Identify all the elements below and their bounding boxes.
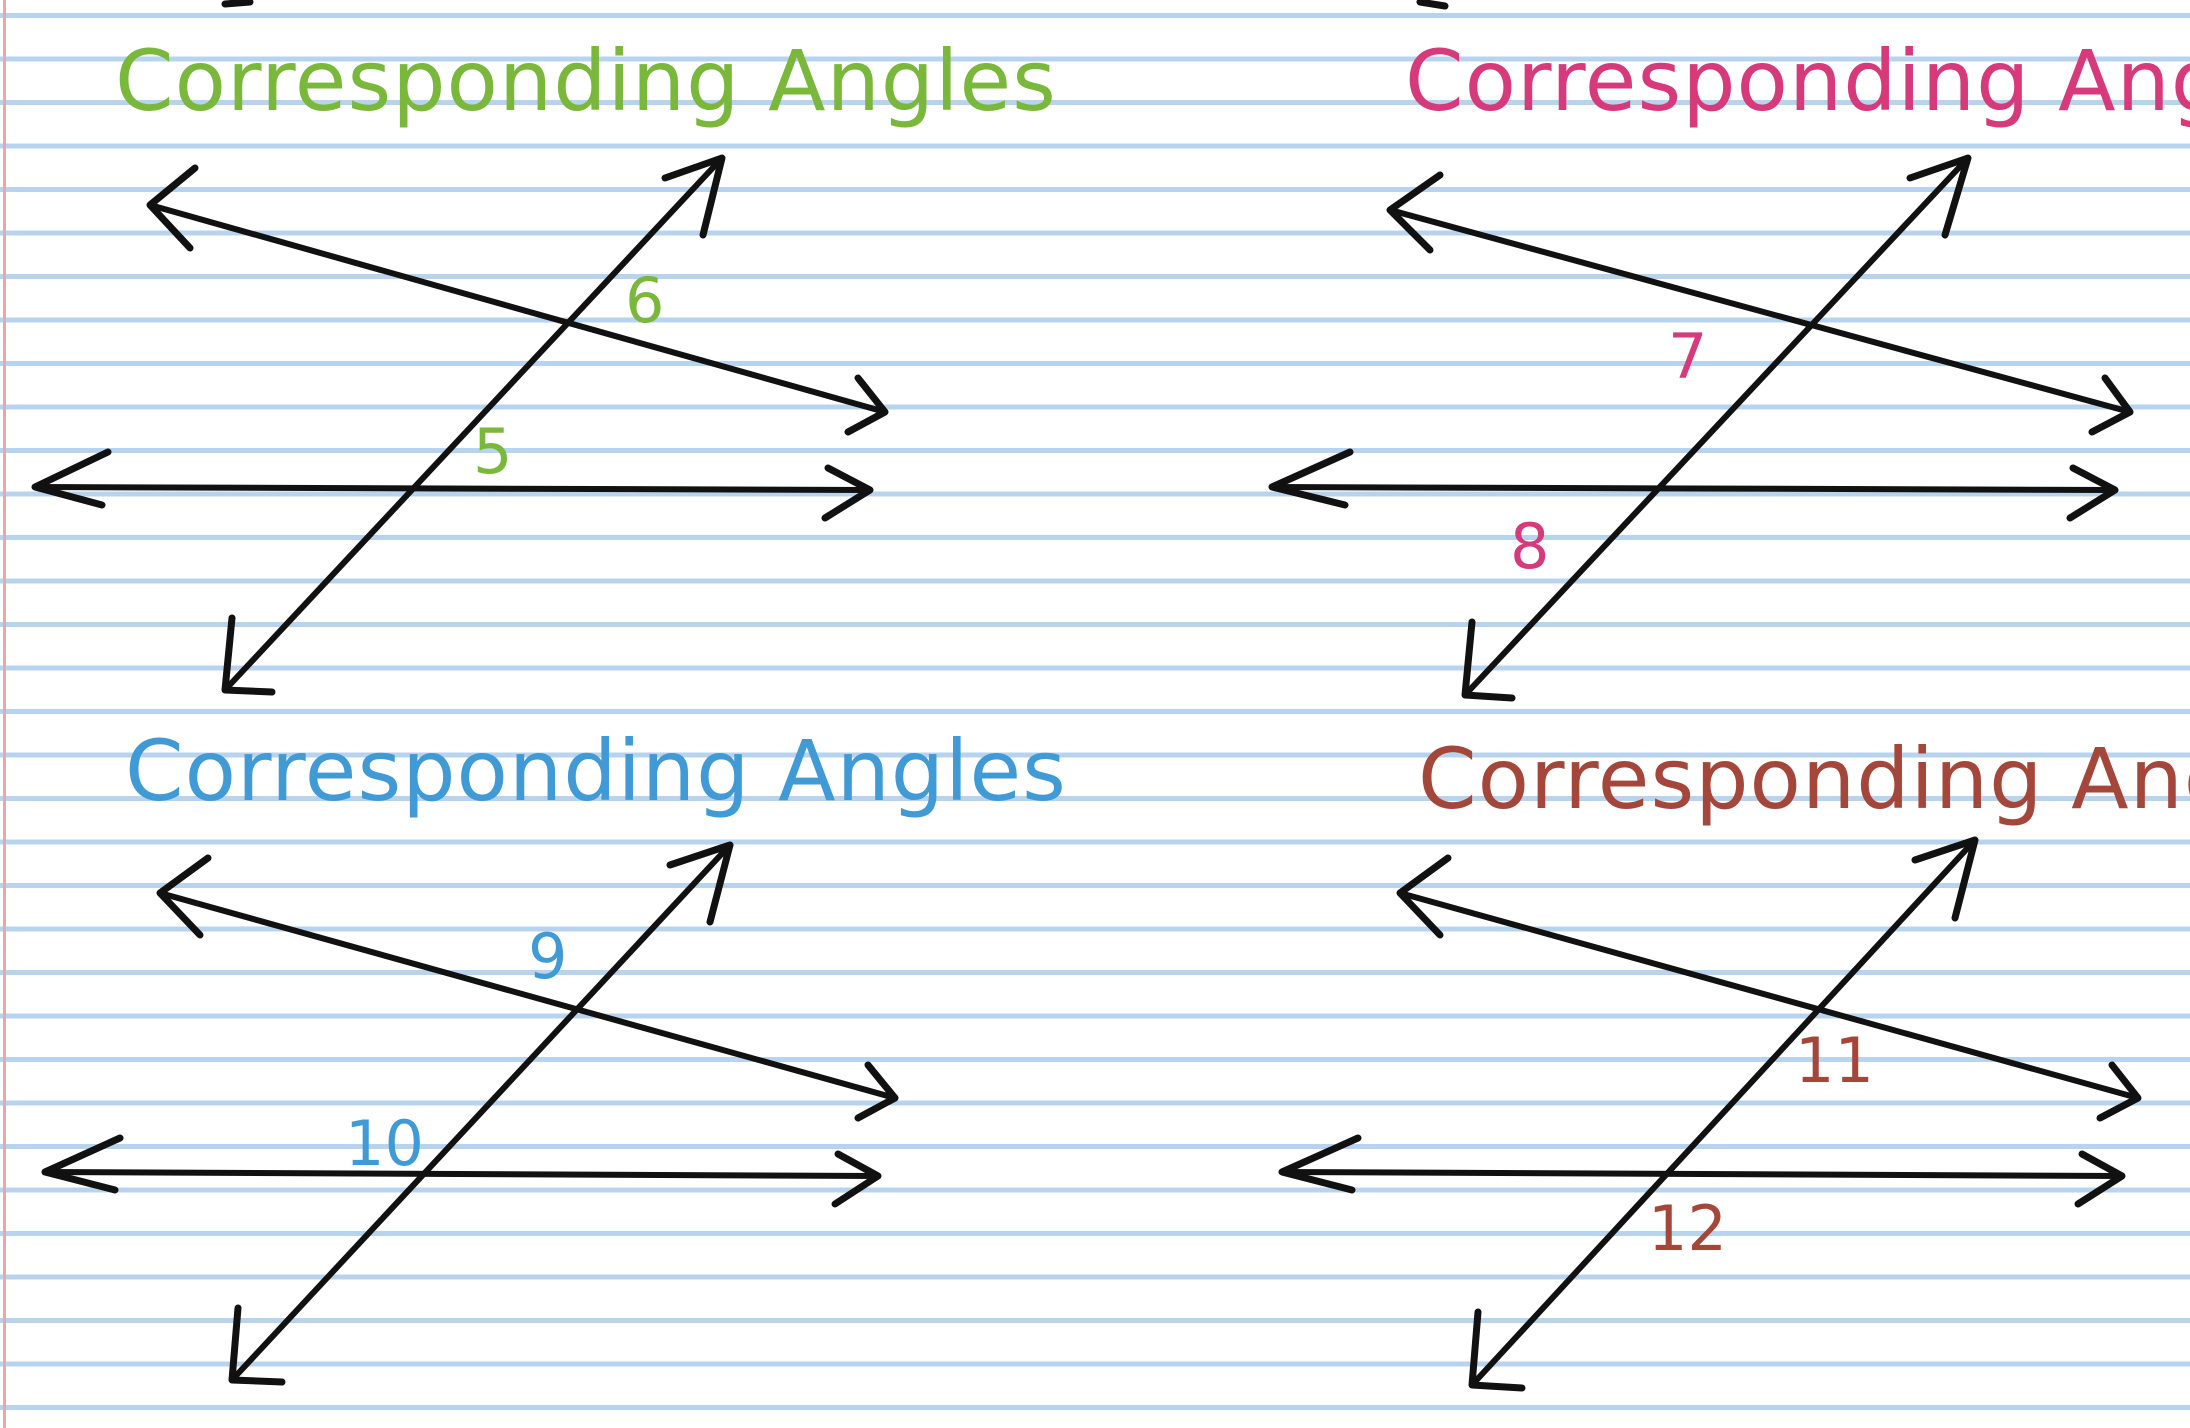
arrow-left-icon	[41, 1134, 124, 1194]
panel-2-title: Corresponding Angles	[1405, 32, 2190, 130]
panel-3-title: Corresponding Angles	[125, 722, 1067, 820]
panel-4-horizontal-line	[1279, 1169, 2125, 1179]
angle-label-10: 10	[345, 1107, 424, 1180]
panel-3-horizontal-line	[42, 1169, 881, 1179]
panel-2-transversal	[1462, 155, 1971, 698]
angle-label-8: 8	[1510, 510, 1549, 583]
panel-4: Corresponding Angles 11 12	[1278, 730, 2190, 1392]
panel-4-transversal	[1469, 837, 1978, 1388]
panel-2-horizontal-line	[1269, 484, 2118, 493]
panel-1-title: Corresponding Angles	[115, 32, 1057, 130]
angle-label-6: 6	[625, 264, 664, 337]
panel-2: Corresponding Angles 7 8	[1268, 32, 2190, 702]
angle-label-9: 9	[528, 920, 567, 993]
arrow-left-icon	[146, 164, 199, 252]
panel-3-transversal	[229, 842, 733, 1383]
arrow-right-icon	[2066, 464, 2119, 522]
arrow-right-icon	[821, 464, 874, 522]
angle-label-11: 11	[1795, 1024, 1874, 1097]
angle-label-12: 12	[1648, 1192, 1727, 1265]
partial-arrow-icon	[221, 0, 1449, 10]
arrow-right-icon	[2074, 1150, 2126, 1208]
arrow-left-icon	[1268, 448, 1354, 509]
angle-label-7: 7	[1668, 320, 1707, 393]
arrow-left-icon	[31, 448, 112, 509]
arrow-left-icon	[1278, 1134, 1362, 1194]
arrow-right-icon	[831, 1150, 882, 1208]
panel-4-title: Corresponding Angles	[1418, 730, 2190, 828]
angle-label-5: 5	[473, 415, 512, 488]
panel-3: Corresponding Angles 9 10	[41, 722, 1067, 1386]
panel-1-horizontal-line	[32, 484, 873, 493]
arrow-left-icon	[1396, 854, 1452, 939]
panel-1: Corresponding Angles 6 5	[31, 32, 1057, 696]
notebook-canvas: Corresponding Angles 6 5 Corresponding A…	[31, 0, 2190, 1392]
arrow-left-icon	[156, 854, 212, 939]
